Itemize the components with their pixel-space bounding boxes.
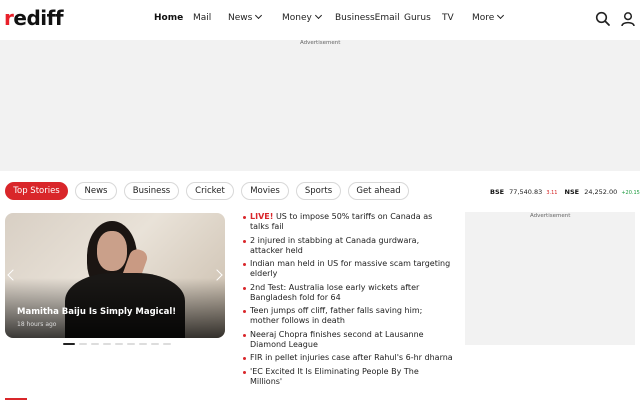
tab-sports[interactable]: Sports	[296, 182, 341, 200]
carousel-dot[interactable]	[127, 343, 135, 345]
ad-label: Advertisement	[300, 40, 341, 46]
bse-change: 3.11	[546, 190, 558, 196]
chevron-down-icon	[497, 11, 505, 20]
carousel-title[interactable]: Mamitha Baiju Is Simply Magical!	[17, 307, 176, 317]
nav-mail[interactable]: Mail	[193, 13, 211, 23]
carousel-dot[interactable]	[139, 343, 147, 345]
headline-item[interactable]: 2 injured in stabbing at Canada gurdwara…	[243, 236, 453, 256]
chevron-down-icon	[255, 11, 263, 20]
live-badge: LIVE!	[250, 212, 274, 221]
user-icon[interactable]	[620, 11, 636, 27]
carousel-dot[interactable]	[163, 343, 171, 345]
tab-business[interactable]: Business	[124, 182, 179, 200]
headline-item[interactable]: 2nd Test: Australia lose early wickets a…	[243, 283, 453, 303]
bse-value: 77,540.83	[509, 188, 543, 196]
tab-top-stories[interactable]: Top Stories	[5, 182, 68, 200]
nav-tv[interactable]: TV	[442, 13, 454, 23]
nav-money[interactable]: Money	[282, 11, 322, 23]
nse-label: NSE	[564, 188, 580, 196]
headline-item[interactable]: 'EC Excited It Is Eliminating People By …	[243, 367, 453, 387]
side-ad-box[interactable]: Advertisement	[465, 212, 635, 345]
rediff-logo[interactable]: rediff	[4, 6, 64, 30]
carousel-dot[interactable]	[91, 343, 99, 345]
nse-change: +20.15	[621, 190, 640, 196]
carousel-dot[interactable]	[79, 343, 87, 345]
nse-value: 24,252.00	[584, 188, 618, 196]
tab-get-ahead[interactable]: Get ahead	[348, 182, 409, 200]
carousel-timestamp: 18 hours ago	[17, 321, 57, 328]
tab-cricket[interactable]: Cricket	[186, 182, 234, 200]
bse-label: BSE	[490, 188, 505, 196]
nav-home[interactable]: Home	[154, 13, 183, 23]
nav-more[interactable]: More	[472, 11, 505, 23]
ad-label: Advertisement	[530, 213, 571, 219]
nav-news[interactable]: News	[228, 11, 263, 23]
headline-list: LIVE! US to impose 50% tariffs on Canada…	[243, 212, 453, 390]
headline-item[interactable]: Neeraj Chopra finishes second at Lausann…	[243, 330, 453, 350]
tab-news[interactable]: News	[75, 182, 117, 200]
market-ticker[interactable]: BSE 77,540.83 3.11 NSE 24,252.00 +20.15	[490, 188, 640, 196]
site-header: rediff Home Mail News Money BusinessEmai…	[0, 0, 640, 40]
headline-item[interactable]: FIR in pellet injuries case after Rahul'…	[243, 353, 453, 363]
nav-gurus[interactable]: Gurus	[404, 13, 431, 23]
headline-item[interactable]: LIVE! US to impose 50% tariffs on Canada…	[243, 212, 453, 232]
chevron-down-icon	[314, 11, 322, 20]
nav-businessemail[interactable]: BusinessEmail	[335, 13, 400, 23]
headline-item[interactable]: Indian man held in US for massive scam t…	[243, 259, 453, 279]
top-ad-banner[interactable]: Advertisement	[0, 40, 640, 171]
carousel-dot[interactable]	[151, 343, 159, 345]
tab-movies[interactable]: Movies	[241, 182, 289, 200]
carousel-dot[interactable]	[63, 343, 75, 345]
carousel-dot[interactable]	[115, 343, 123, 345]
featured-carousel[interactable]: Mamitha Baiju Is Simply Magical! 18 hour…	[5, 213, 225, 338]
headline-item[interactable]: Teen jumps off cliff, father falls savin…	[243, 306, 453, 326]
carousel-dot[interactable]	[103, 343, 111, 345]
search-icon[interactable]	[595, 11, 611, 27]
